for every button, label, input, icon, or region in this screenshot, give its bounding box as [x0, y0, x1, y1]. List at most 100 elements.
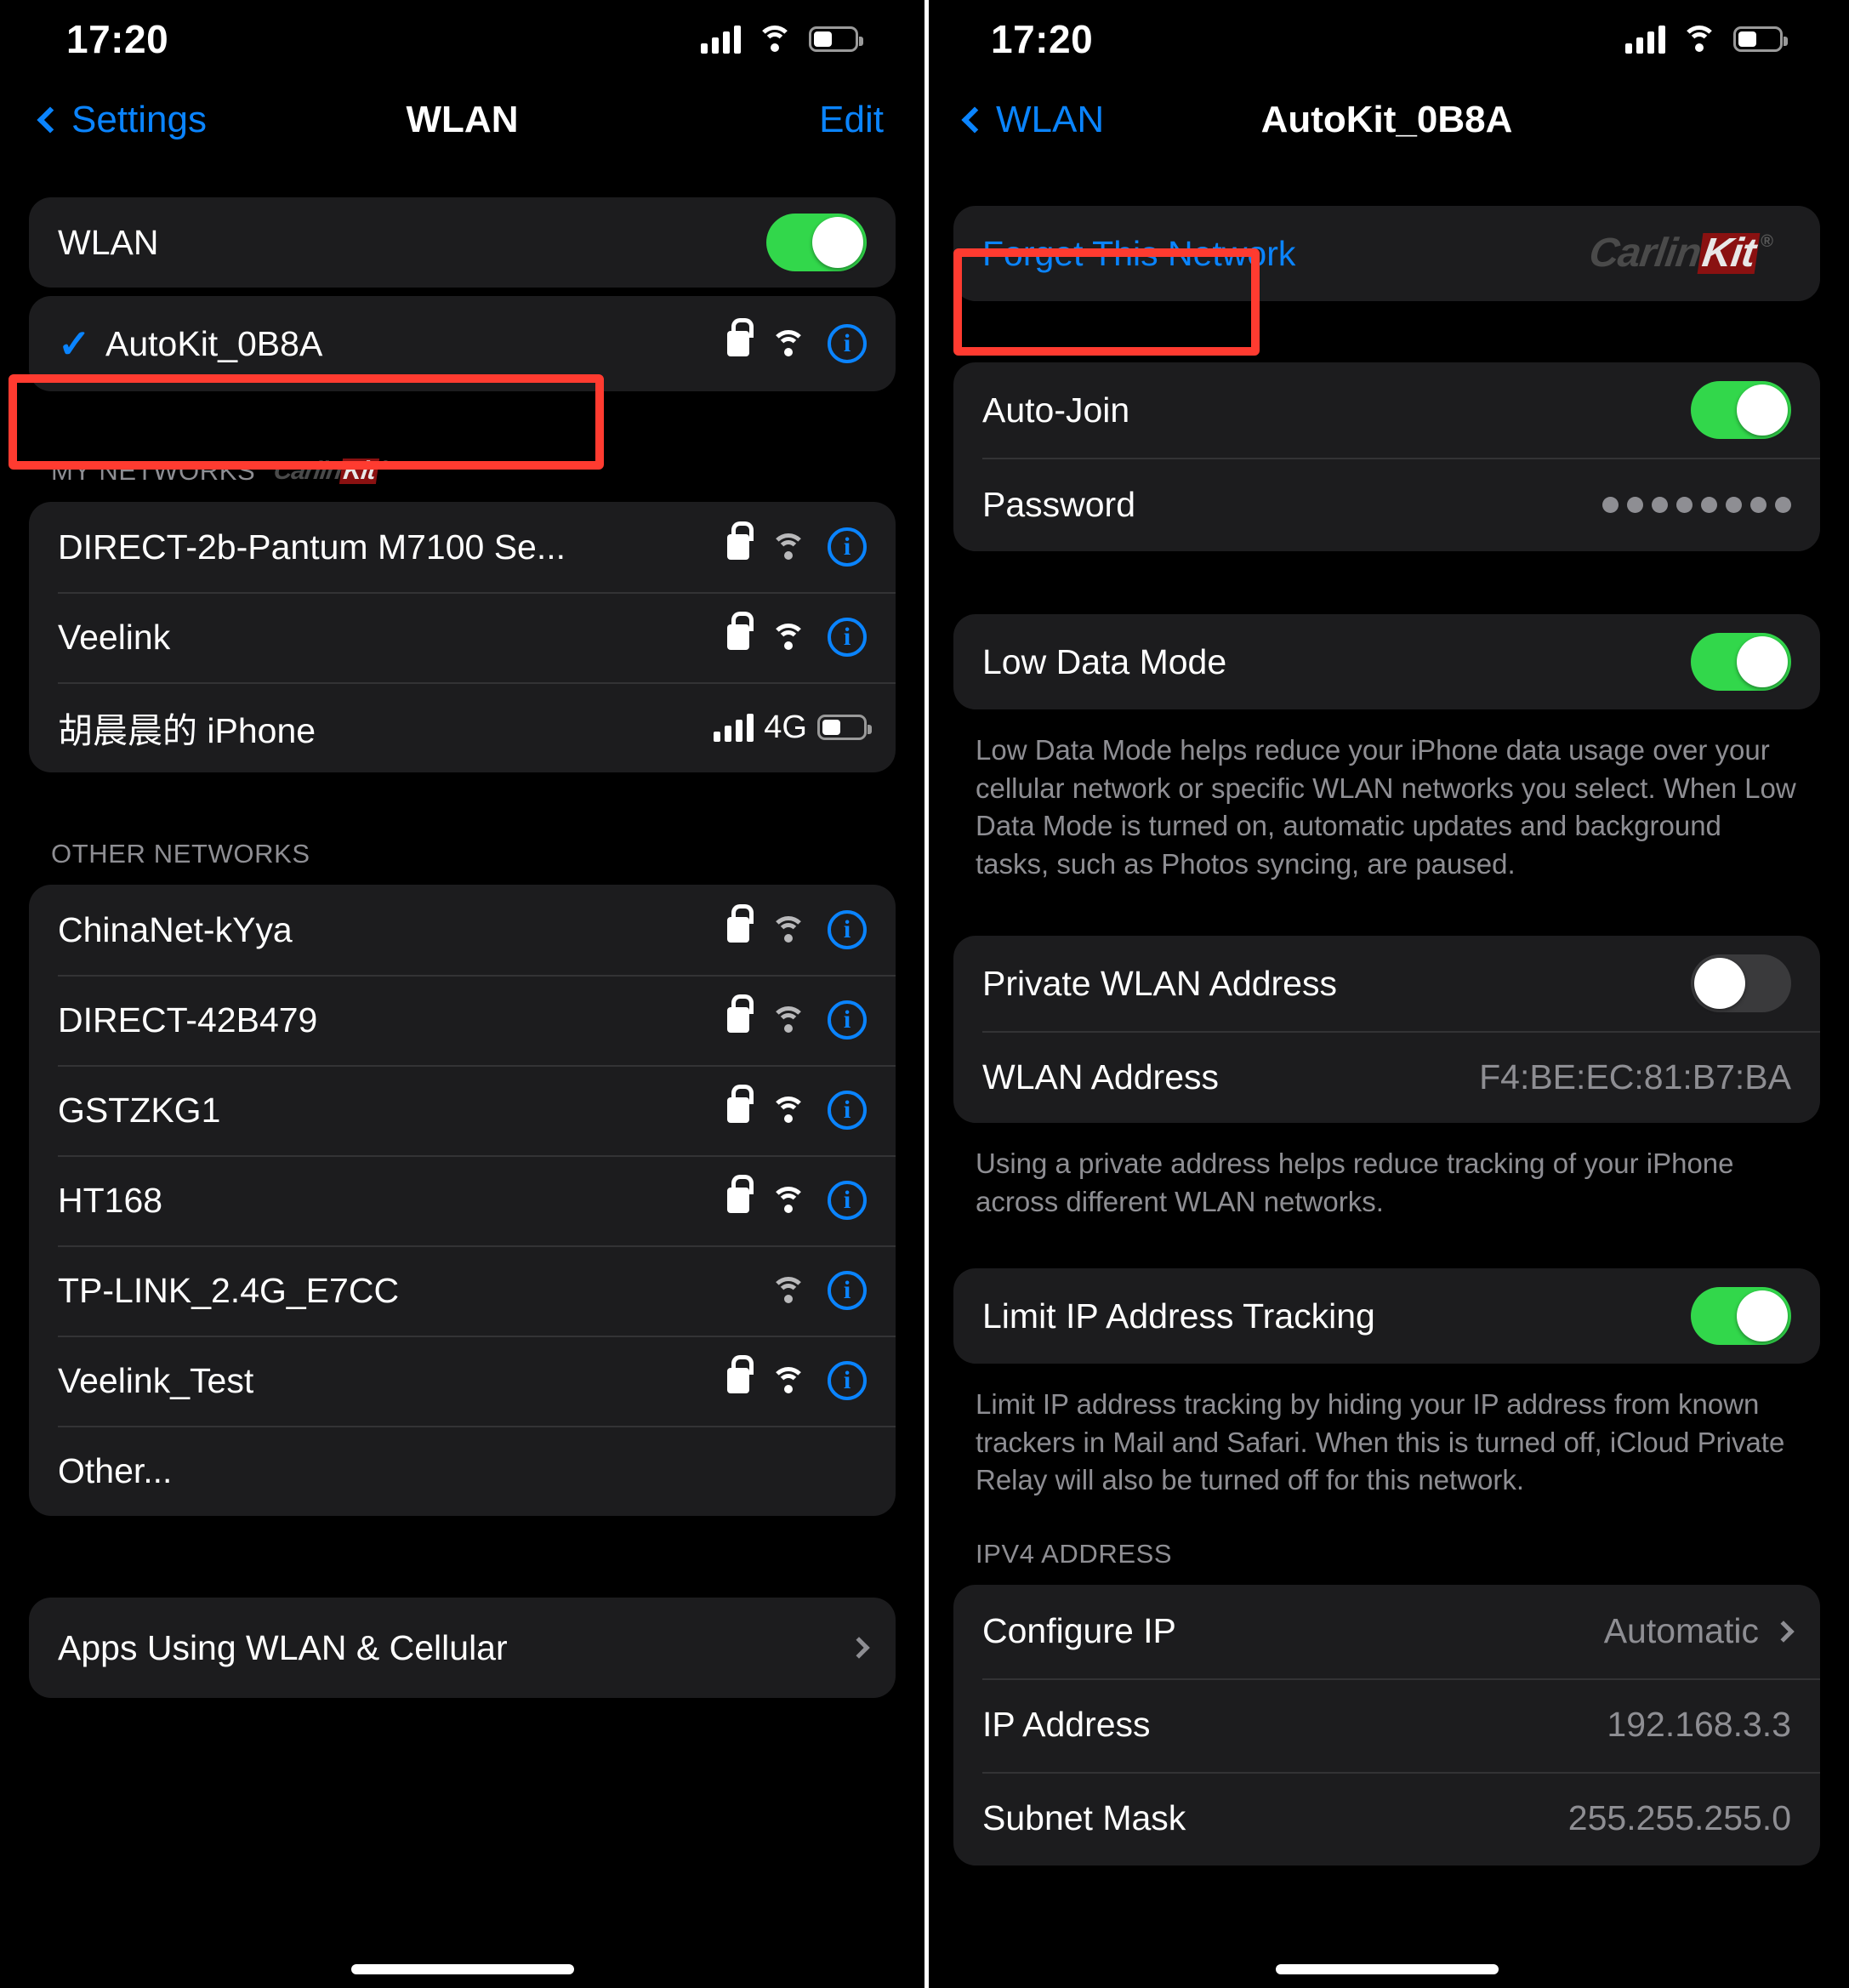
- network-name: Other...: [58, 1450, 173, 1490]
- list-item[interactable]: Veelink_Test i: [29, 1336, 896, 1426]
- list-item[interactable]: HT168 i: [29, 1155, 896, 1245]
- network-row-icons: i: [727, 1175, 867, 1220]
- info-icon[interactable]: i: [828, 618, 867, 657]
- chevron-left-icon: [37, 106, 64, 134]
- wlan-toggle-switch[interactable]: [766, 214, 867, 271]
- limit-ip-tracking-toggle[interactable]: [1691, 1287, 1791, 1346]
- list-item[interactable]: ChinaNet-kYya i: [29, 885, 896, 975]
- carlinkit-watermark-icon: Carlin Kit ®: [1586, 231, 1773, 276]
- wifi-signal-icon: [770, 533, 807, 561]
- network-row-autokit[interactable]: ✓ AutoKit_0B8A i: [29, 296, 896, 391]
- password-masked-value: [1602, 496, 1791, 513]
- network-name: DIRECT-42B479: [58, 1000, 318, 1040]
- wlan-toggle-row[interactable]: WLAN: [29, 197, 896, 288]
- apps-using-group: Apps Using WLAN & Cellular: [29, 1598, 896, 1698]
- auto-join-label: Auto-Join: [982, 390, 1130, 430]
- list-item-other[interactable]: Other...: [29, 1426, 896, 1516]
- password-row[interactable]: Password: [953, 458, 1820, 551]
- battery-icon: [1733, 26, 1788, 52]
- list-item[interactable]: DIRECT-42B479 i: [29, 975, 896, 1065]
- private-wlan-address-row[interactable]: Private WLAN Address: [953, 936, 1820, 1031]
- configure-ip-row[interactable]: Configure IP Automatic: [953, 1585, 1820, 1678]
- subnet-mask-value: 255.255.255.0: [1567, 1798, 1791, 1838]
- private-wlan-address-label: Private WLAN Address: [982, 963, 1337, 1003]
- info-icon[interactable]: i: [828, 1181, 867, 1220]
- info-icon[interactable]: i: [828, 1091, 867, 1130]
- chevron-right-icon: [1772, 1621, 1795, 1643]
- wifi-signal-icon: [770, 1187, 807, 1214]
- ipv4-address-group: Configure IP Automatic IP Address 192.16…: [953, 1584, 1820, 1866]
- network-name: TP-LINK_2.4G_E7CC: [58, 1270, 400, 1310]
- info-icon[interactable]: i: [828, 1000, 867, 1040]
- lock-icon: [727, 612, 754, 650]
- list-item[interactable]: GSTZKG1 i: [29, 1065, 896, 1155]
- back-button-settings[interactable]: Settings: [37, 99, 207, 141]
- wifi-signal-icon: [770, 1277, 807, 1304]
- auto-join-toggle[interactable]: [1691, 381, 1791, 439]
- status-bar-right: 17:20: [924, 0, 1849, 78]
- auto-join-row[interactable]: Auto-Join: [953, 362, 1820, 458]
- signal-bars-icon: [701, 25, 741, 54]
- low-data-mode-toggle[interactable]: [1691, 633, 1791, 691]
- left-screen-wlan-list: 17:20 Settings WLAN Edit WLAN ✓ AutoKit_…: [0, 0, 924, 1988]
- list-item[interactable]: DIRECT-2b-Pantum M7100 Se... i: [29, 502, 896, 592]
- limit-ip-tracking-label: Limit IP Address Tracking: [982, 1296, 1375, 1336]
- lock-icon: [727, 521, 754, 560]
- back-button-label: Settings: [71, 99, 207, 140]
- network-row-icons: i: [727, 612, 867, 657]
- subnet-mask-row: Subnet Mask 255.255.255.0: [953, 1771, 1820, 1866]
- limit-ip-tracking-group: Limit IP Address Tracking: [953, 1268, 1820, 1364]
- network-row-icons: i: [727, 521, 867, 567]
- hotspot-indicator: 4G: [714, 709, 872, 746]
- chevron-left-icon: [961, 106, 988, 134]
- configure-ip-value: Automatic: [1603, 1611, 1759, 1651]
- network-row-icons: i: [727, 1085, 867, 1130]
- my-networks-group: DIRECT-2b-Pantum M7100 Se... i Veelink i: [29, 502, 896, 772]
- carlinkit-watermark-icon: Carlin Kit ®: [272, 457, 390, 485]
- network-name: AutoKit_0B8A: [105, 323, 323, 363]
- ip-address-value: 192.168.3.3: [1607, 1705, 1791, 1745]
- other-networks-group: ChinaNet-kYya i DIRECT-42B479 i GSTZKG1 …: [29, 885, 896, 1516]
- right-screen-network-detail: 17:20 WLAN AutoKit_0B8A Forget This Netw…: [924, 0, 1849, 1988]
- home-indicator: [1275, 1964, 1499, 1974]
- hotspot-label: 4G: [764, 709, 807, 745]
- low-data-mode-label: Low Data Mode: [982, 641, 1227, 681]
- back-button-wlan[interactable]: WLAN: [961, 99, 1105, 141]
- signal-bars-icon: [714, 713, 754, 742]
- network-row-icons: i: [727, 318, 867, 363]
- limit-ip-tracking-row[interactable]: Limit IP Address Tracking: [953, 1268, 1820, 1364]
- limit-ip-tracking-description: Limit IP address tracking by hiding your…: [976, 1388, 1785, 1496]
- info-icon[interactable]: i: [828, 324, 867, 363]
- status-icons: [1625, 25, 1788, 54]
- chevron-right-icon: [848, 1637, 870, 1659]
- lock-icon: [727, 904, 754, 943]
- wifi-signal-icon: [770, 1006, 807, 1034]
- apps-using-label: Apps Using WLAN & Cellular: [58, 1627, 508, 1667]
- status-time: 17:20: [66, 17, 169, 61]
- low-data-mode-row[interactable]: Low Data Mode: [953, 614, 1820, 709]
- status-time: 17:20: [991, 17, 1094, 61]
- info-icon[interactable]: i: [828, 1361, 867, 1400]
- ip-address-row: IP Address 192.168.3.3: [953, 1678, 1820, 1772]
- list-item[interactable]: Veelink i: [29, 592, 896, 682]
- signal-bars-icon: [1625, 25, 1665, 54]
- private-wlan-address-group: Private WLAN Address WLAN Address F4:BE:…: [953, 936, 1820, 1124]
- apps-using-wlan-cellular-row[interactable]: Apps Using WLAN & Cellular: [29, 1598, 896, 1698]
- back-button-label: WLAN: [996, 99, 1105, 140]
- network-name: Veelink_Test: [58, 1360, 254, 1400]
- edit-button[interactable]: Edit: [819, 99, 884, 141]
- info-icon[interactable]: i: [828, 1271, 867, 1310]
- list-item[interactable]: TP-LINK_2.4G_E7CC i: [29, 1245, 896, 1336]
- network-name: DIRECT-2b-Pantum M7100 Se...: [58, 527, 566, 567]
- my-networks-header: MY NETWORKS Carlin Kit ®: [0, 456, 924, 502]
- ipv4-address-header-label: IPV4 ADDRESS: [976, 1538, 1173, 1569]
- network-name: HT168: [58, 1180, 163, 1220]
- info-icon[interactable]: i: [828, 527, 867, 567]
- private-wlan-address-toggle[interactable]: [1691, 954, 1791, 1013]
- info-icon[interactable]: i: [828, 910, 867, 949]
- status-icons: [701, 25, 863, 54]
- lock-icon: [727, 1175, 754, 1213]
- network-name: GSTZKG1: [58, 1090, 221, 1130]
- list-item[interactable]: 胡晨晨的 iPhone 4G: [29, 682, 896, 772]
- checkmark-icon: ✓: [58, 322, 91, 366]
